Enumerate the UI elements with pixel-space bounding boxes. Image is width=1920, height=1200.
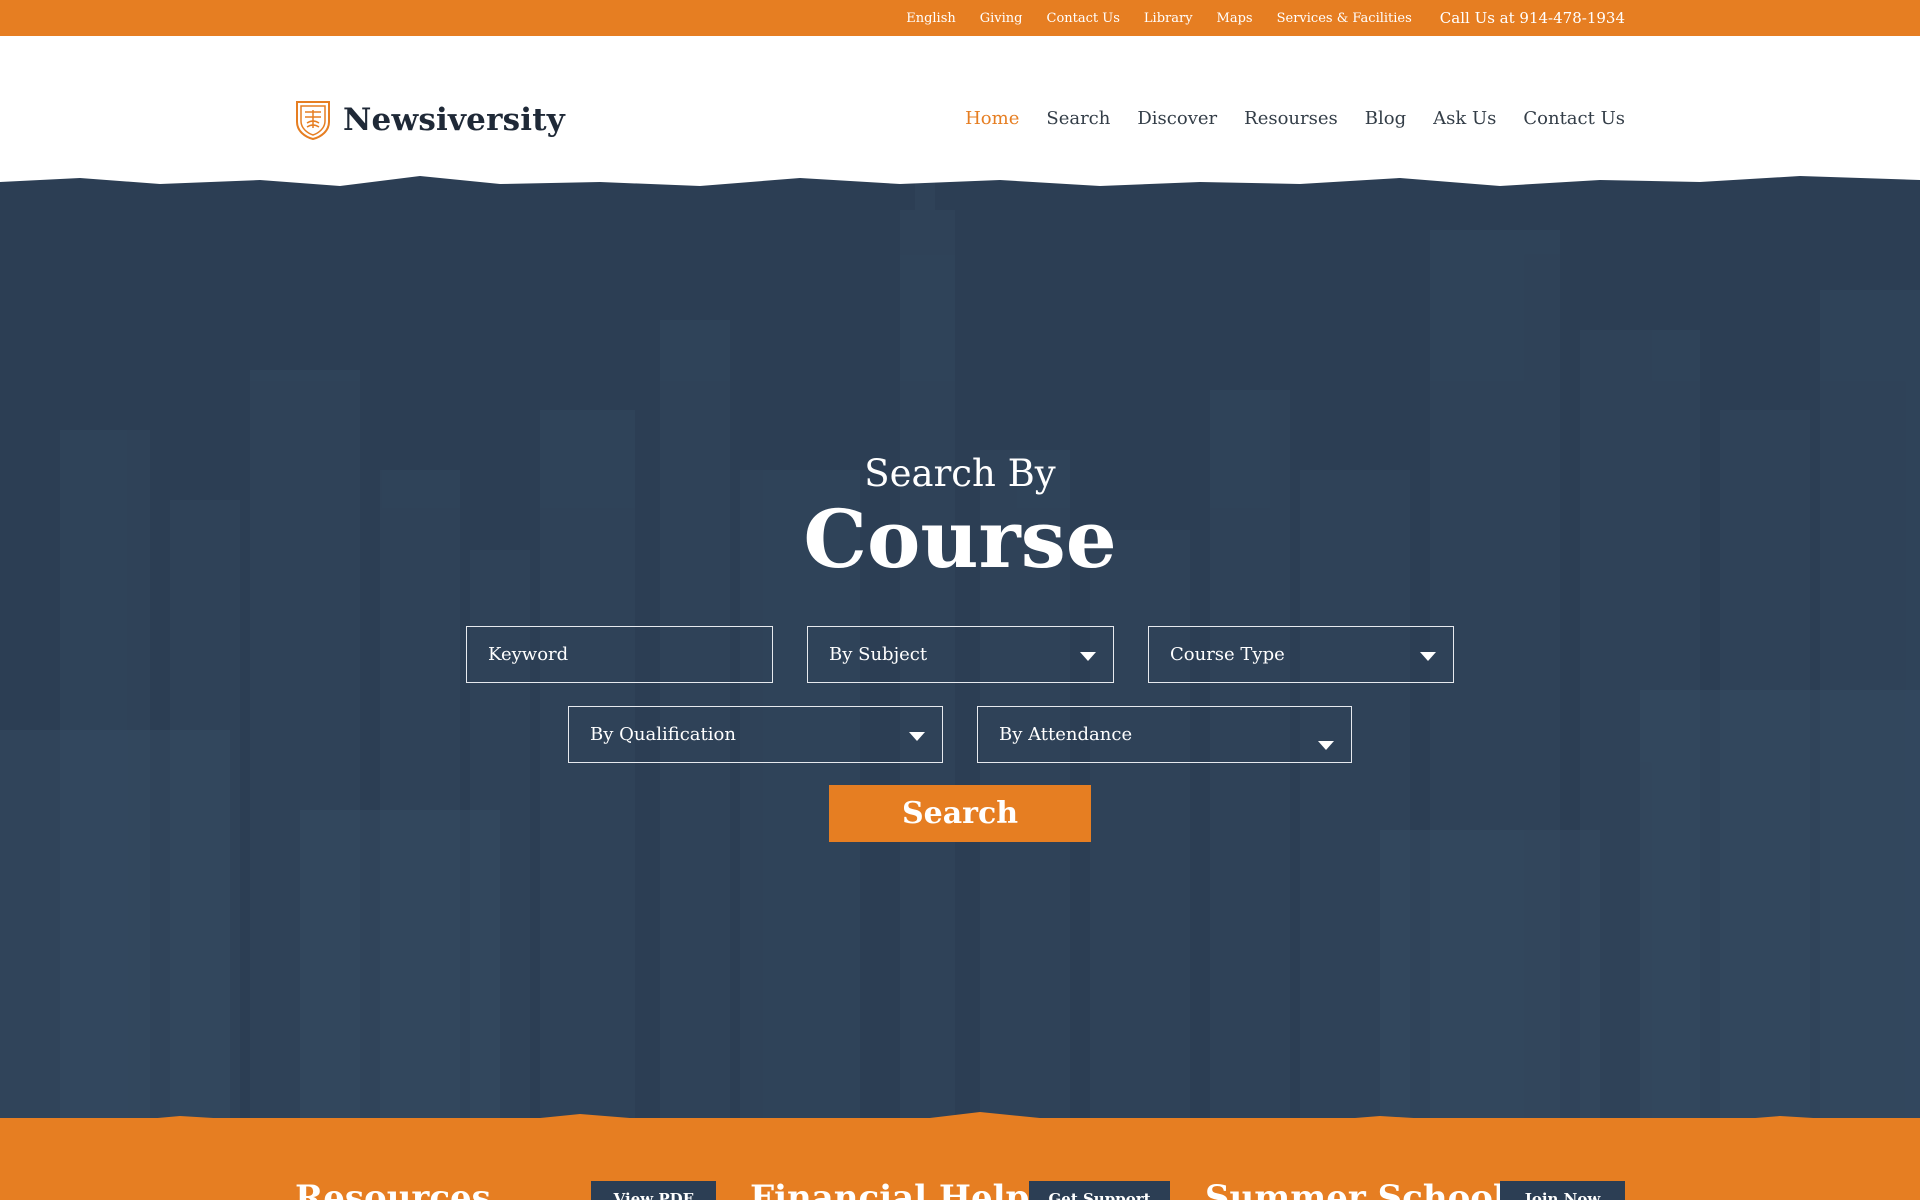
nav-item-blog[interactable]: Blog xyxy=(1365,108,1406,129)
join-now-button[interactable]: Join Now xyxy=(1500,1181,1625,1200)
attendance-select[interactable]: By Attendance xyxy=(977,706,1352,763)
chevron-down-icon xyxy=(1318,741,1334,750)
keyword-input[interactable] xyxy=(488,644,772,665)
topbar-link-giving[interactable]: Giving xyxy=(980,11,1023,26)
shield-icon xyxy=(296,101,330,140)
hero-title: Course xyxy=(803,492,1117,586)
site-logo[interactable]: Newsiversity xyxy=(295,100,565,140)
course-type-select[interactable]: Course Type xyxy=(1148,626,1454,683)
search-button[interactable]: Search xyxy=(829,785,1091,842)
nav-item-contact-us[interactable]: Contact Us xyxy=(1523,108,1625,129)
nav-item-resourses[interactable]: Resourses xyxy=(1244,108,1338,129)
site-header: Newsiversity Home Search Discover Resour… xyxy=(0,36,1920,186)
topbar-link-english[interactable]: English xyxy=(906,11,956,26)
topbar-link-services[interactable]: Services & Facilities xyxy=(1277,11,1412,26)
phone-link[interactable]: Call Us at 914-478-1934 xyxy=(1440,9,1625,27)
topbar-link-contact[interactable]: Contact Us xyxy=(1047,11,1120,26)
chevron-down-icon xyxy=(909,732,925,741)
nav-item-ask-us[interactable]: Ask Us xyxy=(1433,108,1496,129)
chevron-down-icon xyxy=(1080,652,1096,661)
nav-item-search[interactable]: Search xyxy=(1046,108,1110,129)
qualification-select[interactable]: By Qualification xyxy=(568,706,943,763)
course-type-select-value: Course Type xyxy=(1170,644,1285,665)
view-pdf-button[interactable]: View PDF xyxy=(591,1181,716,1200)
top-bar: English Giving Contact Us Library Maps S… xyxy=(0,0,1920,36)
get-support-button[interactable]: Get Support xyxy=(1029,1181,1170,1200)
torn-edge-top xyxy=(0,170,1920,186)
logo-text: Newsiversity xyxy=(343,102,566,138)
promo-title-summer-school: Summer School xyxy=(1205,1178,1506,1200)
qualification-select-value: By Qualification xyxy=(590,724,736,745)
hero-subtitle: Search By xyxy=(864,452,1056,495)
subject-select-value: By Subject xyxy=(829,644,928,665)
topbar-link-maps[interactable]: Maps xyxy=(1217,11,1253,26)
keyword-field[interactable] xyxy=(466,626,773,683)
subject-select[interactable]: By Subject xyxy=(807,626,1114,683)
chevron-down-icon xyxy=(1420,652,1436,661)
topbar-link-library[interactable]: Library xyxy=(1144,11,1193,26)
promo-title-financial-help: Financial Help xyxy=(750,1178,1030,1200)
attendance-select-value: By Attendance xyxy=(999,724,1133,745)
main-nav: Home Search Discover Resourses Blog Ask … xyxy=(965,108,1625,129)
promo-title-resources: Resources xyxy=(295,1178,491,1200)
nav-item-home[interactable]: Home xyxy=(965,108,1019,129)
nav-item-discover[interactable]: Discover xyxy=(1137,108,1217,129)
